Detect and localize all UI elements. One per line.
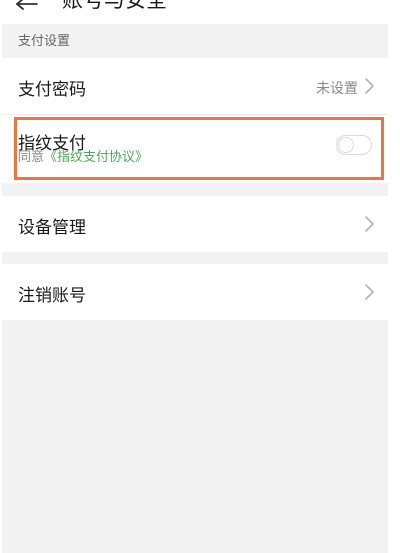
agree-prefix-text: 同意 xyxy=(18,150,45,165)
chevron-right-icon xyxy=(365,284,374,300)
page-title: 账号与安全 xyxy=(62,0,167,12)
back-arrow-icon[interactable] xyxy=(16,0,38,10)
cancel-account-row[interactable]: 注销账号 xyxy=(2,264,388,320)
header-bar: 账号与安全 xyxy=(2,0,388,24)
chevron-right-icon xyxy=(365,216,374,232)
fingerprint-agreement-link[interactable]: 《指纹支付协议》 xyxy=(44,150,148,165)
payment-password-row[interactable]: 支付密码 未设置 xyxy=(2,58,388,114)
device-management-label: 设备管理 xyxy=(18,218,86,238)
fingerprint-agreement-line: 同意《指纹支付协议》 xyxy=(18,150,148,166)
payment-password-label: 支付密码 xyxy=(18,80,86,100)
chevron-right-icon xyxy=(365,78,374,94)
payment-password-status: 未设置 xyxy=(316,81,358,97)
cancel-account-label: 注销账号 xyxy=(18,286,86,306)
section-label-payment-settings: 支付设置 xyxy=(18,34,71,49)
toggle-knob xyxy=(338,137,354,153)
account-security-screen: 账号与安全 支付设置 支付密码 未设置 指纹支付 同意《指纹支付协议》 设备管理 xyxy=(2,0,388,553)
fingerprint-pay-row: 指纹支付 同意《指纹支付协议》 xyxy=(2,115,388,183)
device-management-row[interactable]: 设备管理 xyxy=(2,196,388,252)
fingerprint-pay-toggle[interactable] xyxy=(336,135,372,155)
